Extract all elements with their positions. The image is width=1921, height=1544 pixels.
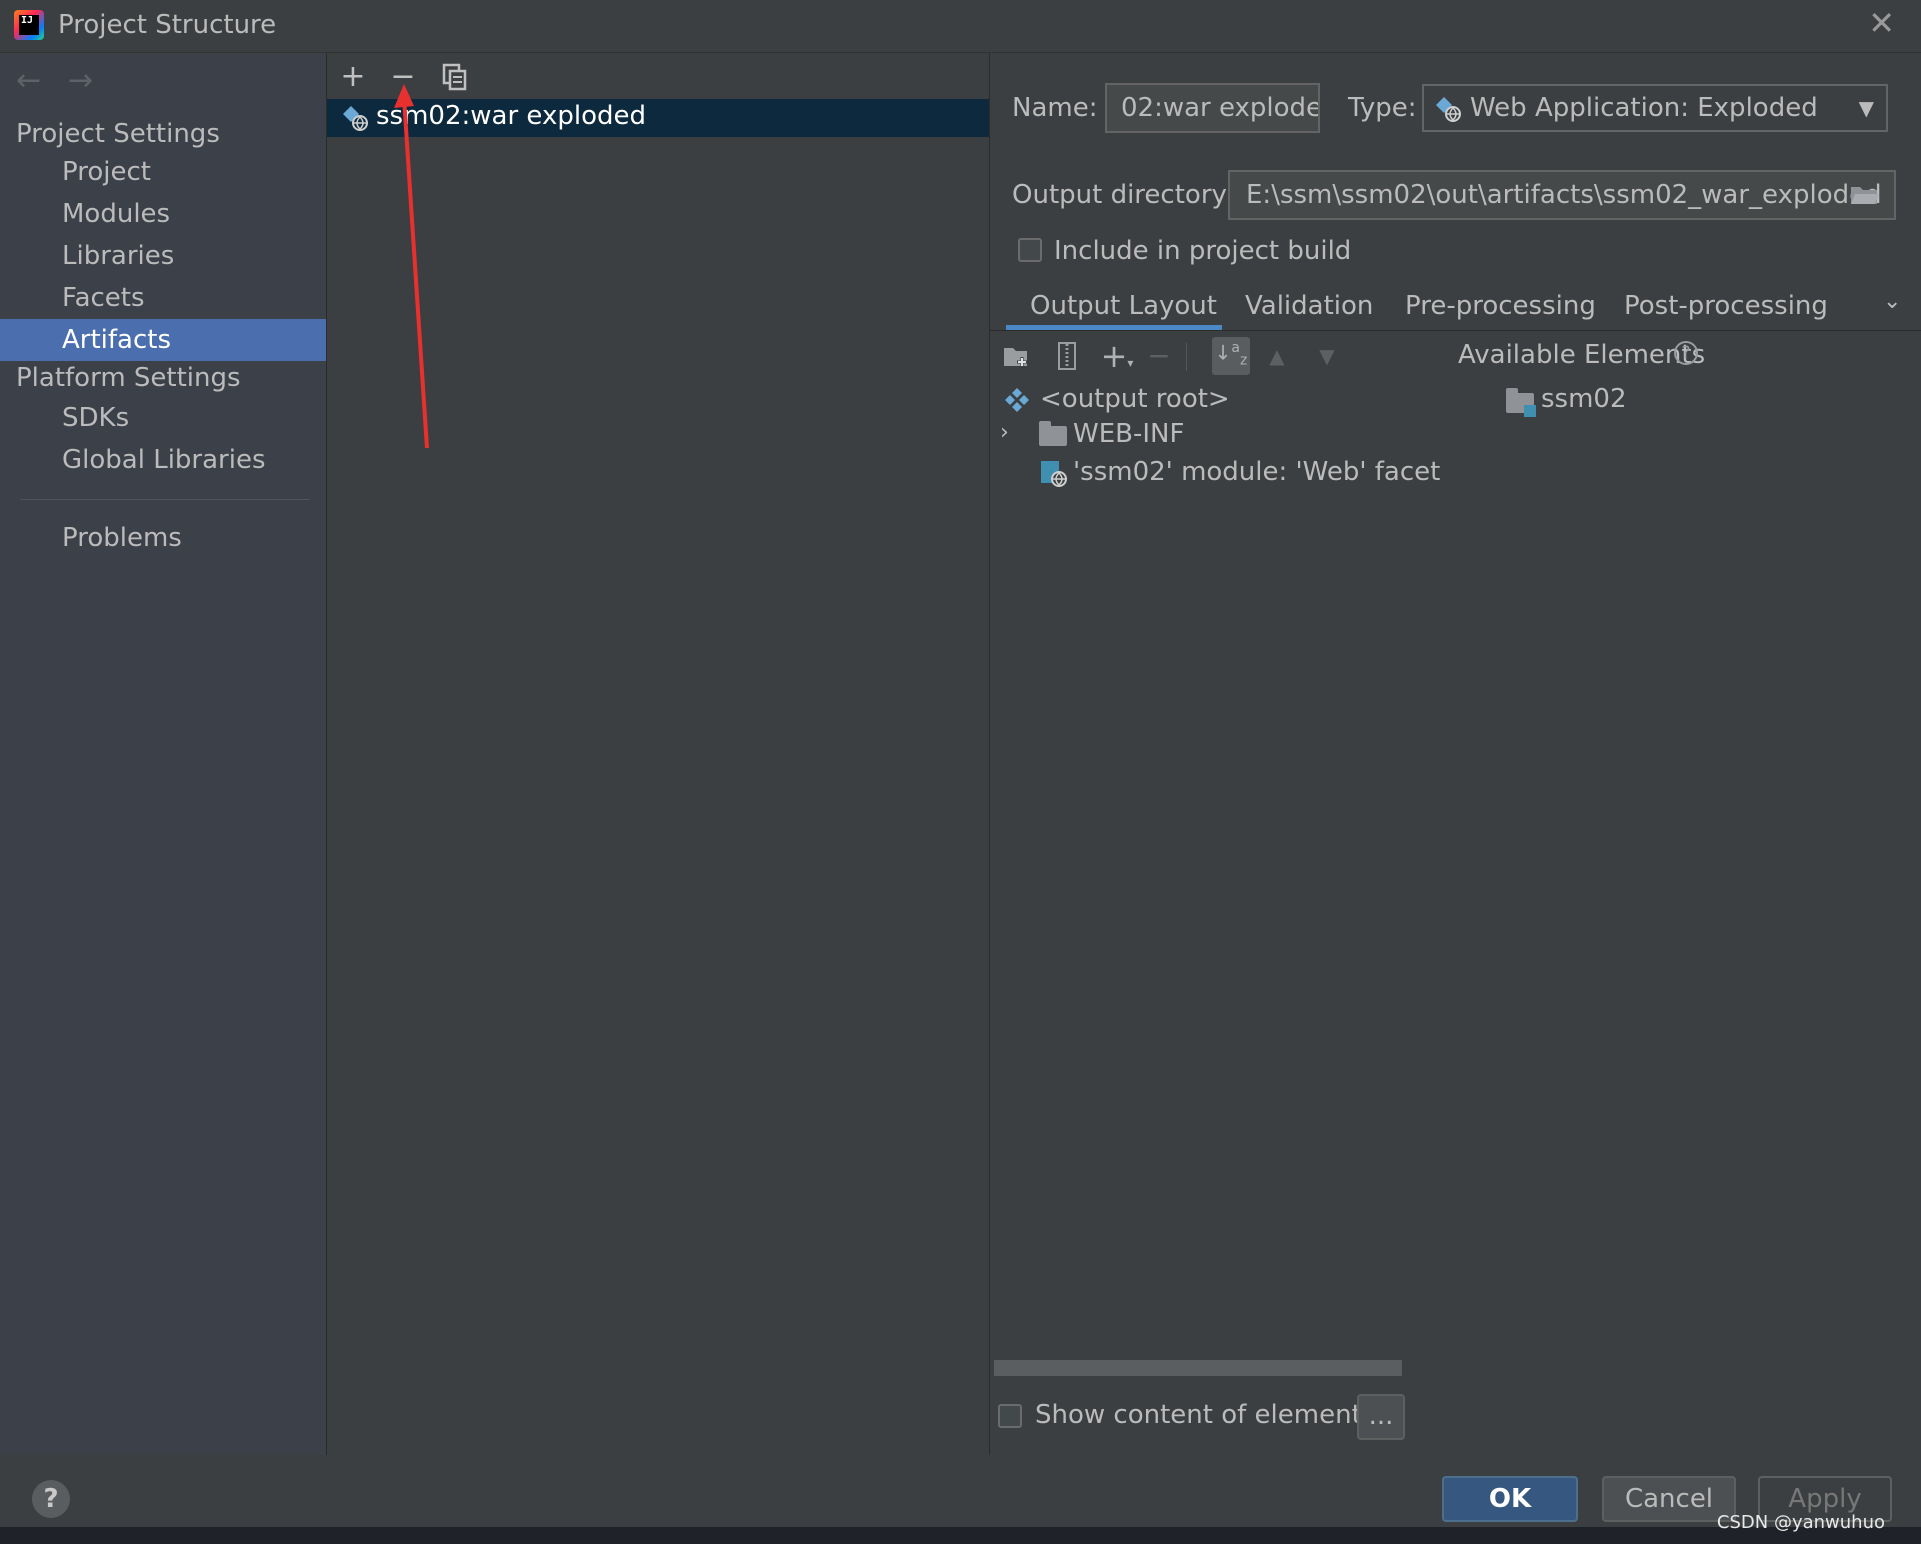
sidebar-item-problems[interactable]: Problems xyxy=(0,517,326,559)
output-root-icon xyxy=(1005,388,1029,412)
tabs-overflow-chevron-icon[interactable]: ⌄ xyxy=(1883,289,1901,314)
platform-settings-header: Platform Settings xyxy=(16,363,241,393)
sidebar-item-artifacts[interactable]: Artifacts xyxy=(0,319,326,361)
close-icon[interactable]: ✕ xyxy=(1868,4,1895,42)
web-artifact-icon xyxy=(1436,97,1461,122)
web-artifact-icon xyxy=(343,106,368,131)
output-directory-value: E:\ssm\ssm02\out\artifacts\ssm02_war_exp… xyxy=(1246,180,1882,210)
type-label: Type: xyxy=(1348,93,1417,123)
tab-output-layout[interactable]: Output Layout xyxy=(1030,291,1217,321)
archive-icon xyxy=(1058,342,1076,370)
add-element-button[interactable]: +▾ xyxy=(1098,337,1136,375)
project-settings-header: Project Settings xyxy=(16,119,220,149)
os-taskbar xyxy=(0,1527,1921,1544)
sort-alphabetically-button[interactable]: ↓az xyxy=(1212,337,1250,375)
include-in-build-label: Include in project build xyxy=(1054,236,1352,266)
cancel-button[interactable]: Cancel xyxy=(1602,1476,1736,1522)
available-item-ssm02[interactable]: ssm02 xyxy=(1541,384,1627,414)
help-button[interactable]: ? xyxy=(32,1480,70,1518)
artifact-list-item[interactable]: ssm02:war exploded xyxy=(327,99,989,137)
chevron-right-icon[interactable]: › xyxy=(1000,420,1009,445)
create-archive-button[interactable] xyxy=(1048,337,1086,375)
output-directory-field[interactable]: E:\ssm\ssm02\out\artifacts\ssm02_war_exp… xyxy=(1228,170,1896,220)
tree-item-web-inf[interactable]: WEB-INF xyxy=(1073,419,1184,449)
sidebar-item-project[interactable]: Project xyxy=(0,151,326,193)
tab-pre-processing[interactable]: Pre-processing xyxy=(1405,291,1596,321)
move-down-button[interactable]: ▼ xyxy=(1308,337,1346,375)
folder-open-icon[interactable] xyxy=(1850,184,1880,206)
sidebar-item-libraries[interactable]: Libraries xyxy=(0,235,326,277)
show-content-checkbox[interactable] xyxy=(998,1404,1022,1428)
watermark-text: CSDN @yanwuhuo xyxy=(1716,1512,1885,1533)
new-folder-icon xyxy=(1004,348,1027,367)
toolbar-separator xyxy=(1186,343,1187,371)
copy-artifact-button[interactable] xyxy=(437,59,473,95)
tab-bar-divider xyxy=(990,330,1921,331)
folder-icon xyxy=(1039,421,1067,446)
add-artifact-button[interactable]: + xyxy=(335,59,371,95)
artifacts-list-panel: + − ssm02:war exploded xyxy=(327,53,990,1455)
intellij-logo-icon: IJ xyxy=(14,10,44,40)
show-content-options-button[interactable]: ... xyxy=(1357,1394,1405,1440)
sidebar-item-facets[interactable]: Facets xyxy=(0,277,326,319)
sidebar-item-modules[interactable]: Modules xyxy=(0,193,326,235)
include-in-build-checkbox[interactable] xyxy=(1018,238,1042,262)
output-directory-label: Output directory: xyxy=(1012,180,1234,210)
tree-item-output-root[interactable]: <output root> xyxy=(1040,384,1230,414)
sidebar-divider xyxy=(20,499,310,500)
remove-artifact-button[interactable]: − xyxy=(385,59,421,95)
help-circle-icon[interactable]: ? xyxy=(1674,341,1698,365)
tree-item-web-facet-resources[interactable]: 'ssm02' module: 'Web' facet resou xyxy=(1073,457,1448,487)
available-elements-label: Available Elements xyxy=(1458,340,1706,370)
ok-button[interactable]: OK xyxy=(1442,1476,1578,1522)
remove-element-button[interactable]: − xyxy=(1140,337,1178,375)
window-title: Project Structure xyxy=(58,10,277,40)
module-folder-icon xyxy=(1506,388,1536,417)
chevron-down-icon: ▼ xyxy=(1858,96,1874,120)
back-arrow-icon[interactable]: ← xyxy=(16,63,41,98)
horizontal-scrollbar[interactable] xyxy=(994,1360,1402,1376)
settings-sidebar: ← → Project Settings Project Modules Lib… xyxy=(0,53,327,1455)
tab-validation[interactable]: Validation xyxy=(1245,291,1373,321)
type-dropdown[interactable]: Web Application: Exploded ▼ xyxy=(1422,84,1888,132)
move-up-button[interactable]: ▲ xyxy=(1258,337,1296,375)
sidebar-item-global-libraries[interactable]: Global Libraries xyxy=(0,439,326,481)
show-content-label: Show content of elements xyxy=(1035,1400,1376,1430)
artifact-label: ssm02:war exploded xyxy=(376,101,646,131)
title-bar: IJ Project Structure ✕ xyxy=(0,0,1921,53)
type-value: Web Application: Exploded xyxy=(1470,93,1818,123)
name-label: Name: xyxy=(1012,93,1098,123)
tab-post-processing[interactable]: Post-processing xyxy=(1624,291,1828,321)
forward-arrow-icon[interactable]: → xyxy=(68,63,93,98)
artifact-details-panel: Name: 02:war exploded Type: Web Applicat… xyxy=(990,53,1921,1455)
web-facet-icon xyxy=(1041,461,1067,487)
sidebar-item-sdks[interactable]: SDKs xyxy=(0,397,326,439)
name-field[interactable]: 02:war exploded xyxy=(1105,83,1320,133)
copy-icon xyxy=(442,63,467,91)
create-directory-button[interactable] xyxy=(998,337,1036,375)
